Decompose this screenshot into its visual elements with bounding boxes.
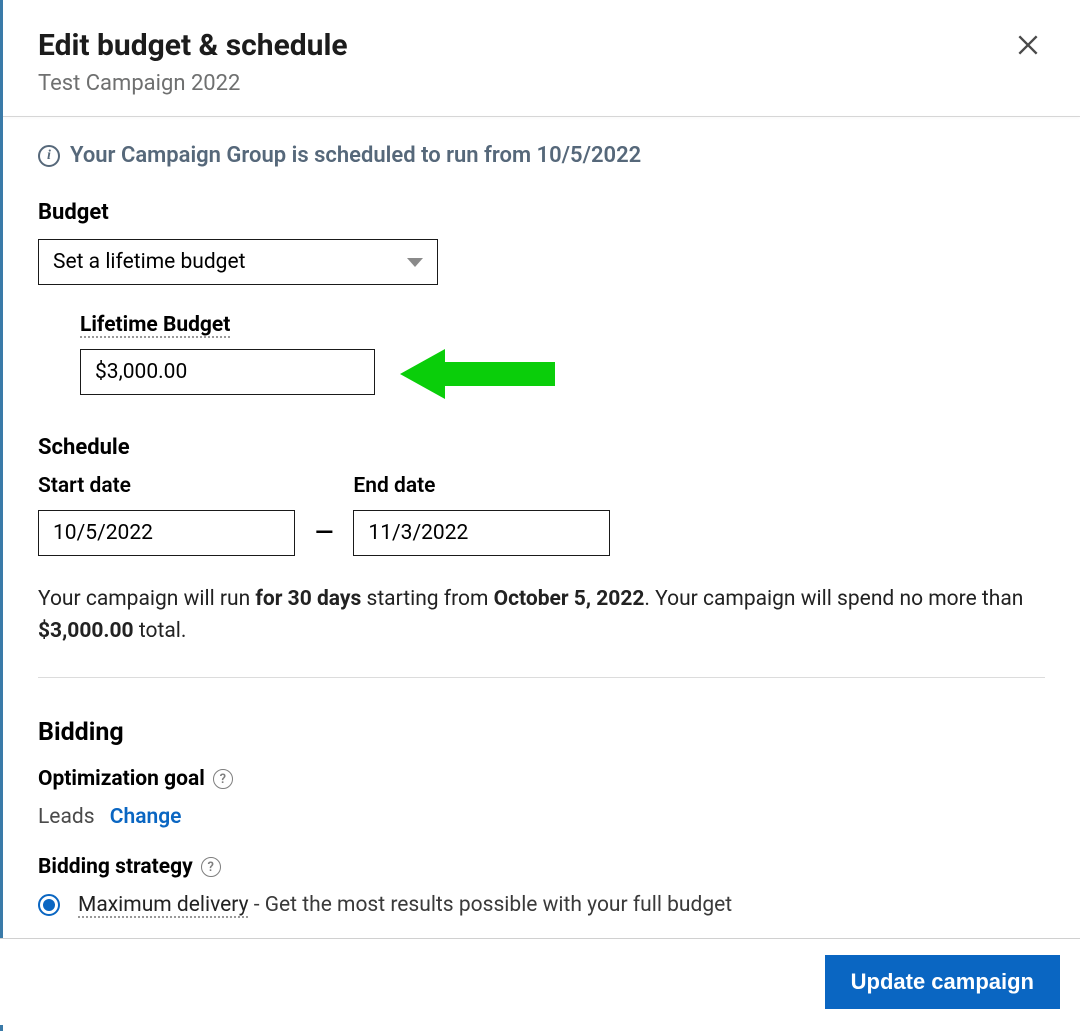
change-goal-link[interactable]: Change bbox=[110, 805, 182, 829]
modal-header: Edit budget & schedule Test Campaign 202… bbox=[3, 0, 1080, 116]
end-date-input[interactable] bbox=[353, 510, 610, 556]
help-icon[interactable]: ? bbox=[213, 769, 233, 789]
close-button[interactable] bbox=[1011, 28, 1045, 67]
lifetime-budget-input[interactable] bbox=[80, 349, 375, 395]
bidding-strategy-label: Bidding strategy bbox=[38, 855, 193, 879]
annotation-arrow bbox=[400, 344, 570, 404]
divider bbox=[38, 677, 1045, 678]
date-range-separator: — bbox=[315, 518, 333, 556]
help-icon[interactable]: ? bbox=[201, 857, 221, 877]
option-name: Maximum delivery bbox=[78, 893, 249, 917]
optimization-goal-value: Leads bbox=[38, 805, 95, 829]
end-date-label: End date bbox=[353, 474, 610, 498]
bidding-option-max-delivery[interactable]: Maximum delivery - Get the most results … bbox=[38, 893, 1045, 917]
info-banner: i Your Campaign Group is scheduled to ru… bbox=[38, 143, 1045, 168]
optimization-goal-label: Optimization goal bbox=[38, 767, 205, 791]
start-date-label: Start date bbox=[38, 474, 295, 498]
close-icon bbox=[1015, 32, 1041, 58]
budget-type-select[interactable]: Set a lifetime budget bbox=[38, 239, 438, 285]
budget-type-value: Set a lifetime budget bbox=[53, 250, 245, 274]
bidding-heading: Bidding bbox=[38, 718, 1045, 747]
lifetime-budget-label: Lifetime Budget bbox=[80, 313, 1045, 337]
chevron-down-icon bbox=[407, 258, 423, 267]
update-campaign-button[interactable]: Update campaign bbox=[825, 955, 1060, 1009]
info-icon: i bbox=[38, 145, 60, 167]
campaign-name: Test Campaign 2022 bbox=[38, 71, 348, 96]
modal-footer: Update campaign bbox=[0, 938, 1080, 1025]
start-date-input[interactable] bbox=[38, 510, 295, 556]
budget-summary-text: Your campaign will run for 30 days start… bbox=[38, 584, 1045, 647]
option-description: - Get the most results possible with you… bbox=[249, 893, 733, 917]
schedule-section-label: Schedule bbox=[38, 435, 1045, 460]
info-banner-text: Your Campaign Group is scheduled to run … bbox=[70, 143, 641, 168]
budget-section-label: Budget bbox=[38, 200, 1045, 225]
modal-title: Edit budget & schedule bbox=[38, 28, 348, 63]
radio-selected-icon[interactable] bbox=[38, 894, 60, 916]
